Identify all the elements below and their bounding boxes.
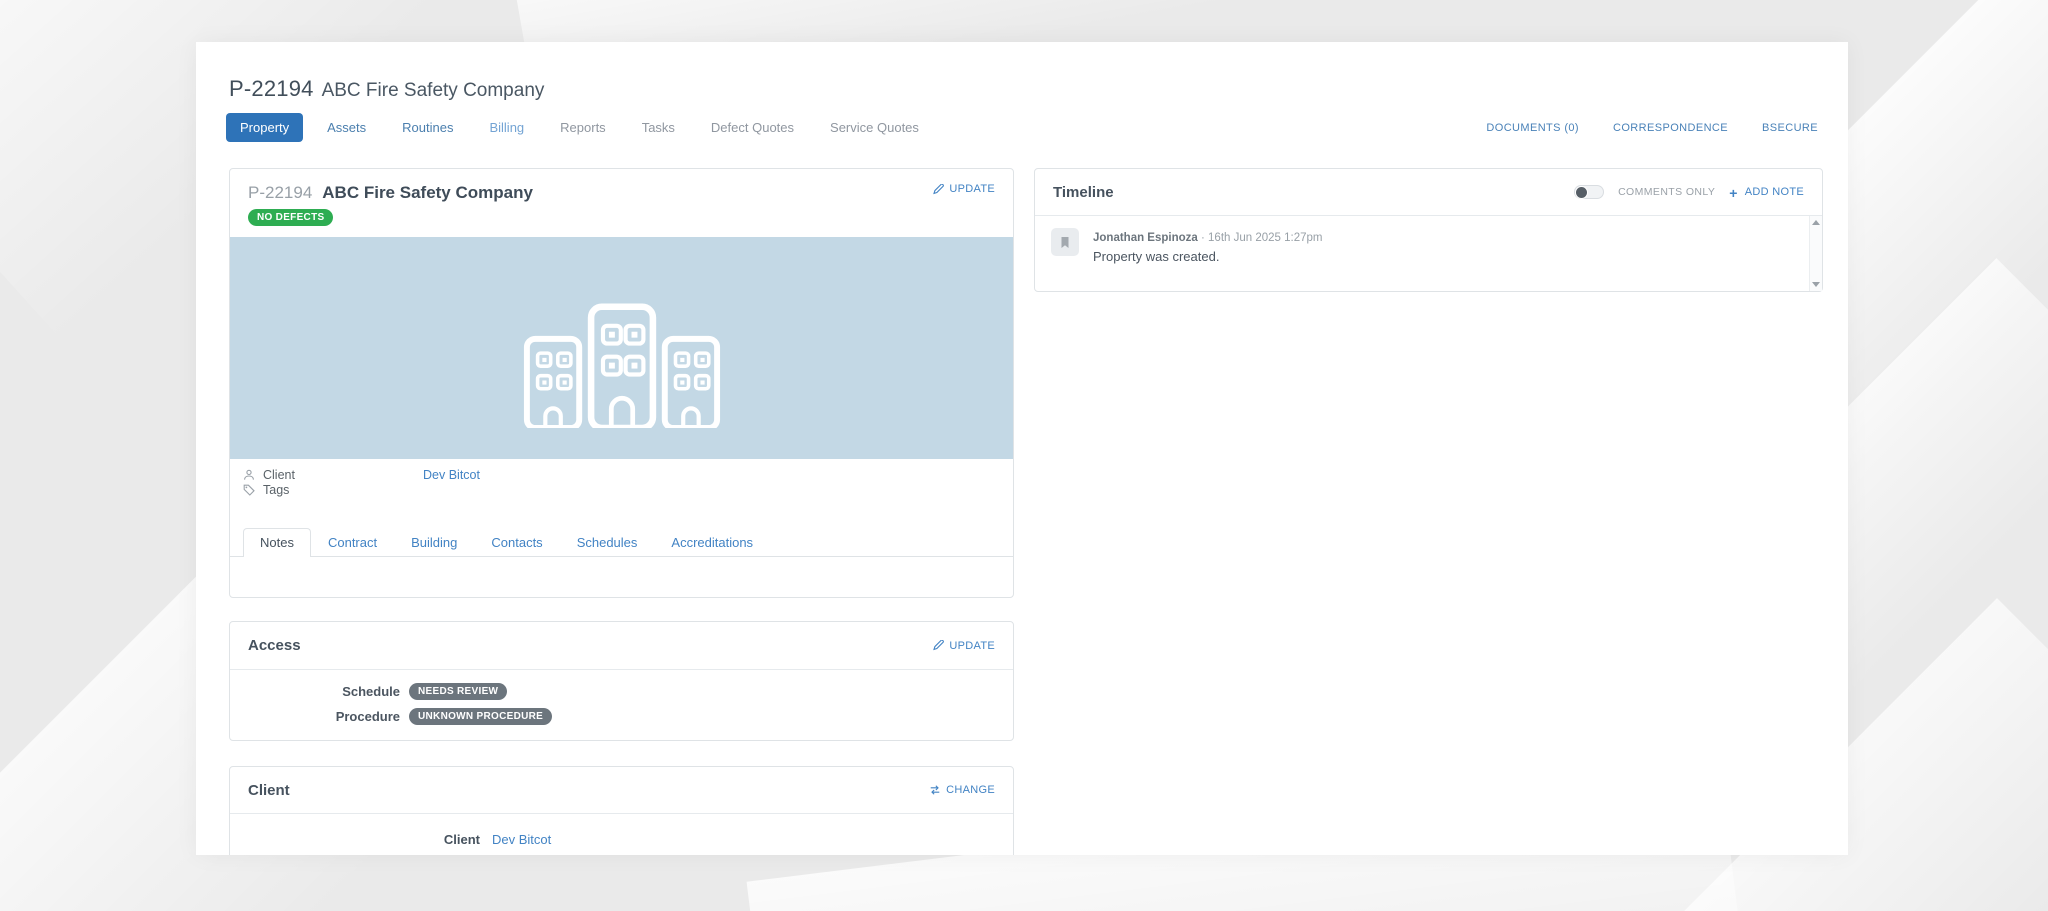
- timeline-entry: Jonathan Espinoza 16th Jun 2025 1:27pm Pr…: [1035, 216, 1822, 264]
- bookmark-icon: [1051, 228, 1079, 256]
- tab-billing[interactable]: Billing: [477, 113, 536, 142]
- property-code: P-22194: [229, 76, 314, 101]
- tab-accreditations[interactable]: Accreditations: [654, 528, 770, 557]
- timeline-card: Timeline COMMENTS ONLY ADD NOTE Jonathan…: [1034, 168, 1823, 292]
- entry-timestamp: 16th Jun 2025 1:27pm: [1208, 232, 1322, 244]
- documents-link[interactable]: DOCUMENTS (0): [1486, 122, 1579, 134]
- field-tags: Tags: [243, 482, 995, 497]
- tag-icon: [243, 483, 256, 496]
- toggle-knob: [1575, 186, 1588, 199]
- main-panel: P-22194 ABC Fire Safety Company Property …: [196, 42, 1848, 855]
- field-label: Client: [263, 468, 423, 482]
- pencil-icon: [933, 640, 944, 651]
- tab-assets[interactable]: Assets: [315, 113, 378, 142]
- tab-contract[interactable]: Contract: [311, 528, 394, 557]
- tab-service-quotes[interactable]: Service Quotes: [818, 113, 931, 142]
- tab-schedules[interactable]: Schedules: [560, 528, 655, 557]
- property-fields: Client Dev Bitcot Tags: [230, 459, 1013, 497]
- access-card: Access UPDATE Schedule NEEDS REVIEW Proc…: [229, 621, 1014, 741]
- row-label: Schedule: [230, 684, 400, 699]
- entry-author: Jonathan Espinoza: [1093, 232, 1198, 244]
- timeline-scrollbar[interactable]: [1809, 216, 1822, 291]
- access-rows: Schedule NEEDS REVIEW Procedure UNKNOWN …: [230, 670, 1013, 725]
- buildings-icon: [509, 302, 735, 428]
- tab-contacts[interactable]: Contacts: [474, 528, 559, 557]
- property-card: P-22194 ABC Fire Safety Company NO DEFECT…: [229, 168, 1014, 598]
- client-row: Client Dev Bitcot: [230, 832, 995, 847]
- property-banner-illustration: [230, 237, 1013, 459]
- access-row-procedure: Procedure UNKNOWN PROCEDURE: [230, 708, 995, 725]
- timeline-title: Timeline: [1053, 184, 1114, 201]
- comments-only-toggle[interactable]: [1574, 185, 1604, 199]
- timeline-body: Jonathan Espinoza 16th Jun 2025 1:27pm Pr…: [1035, 215, 1822, 291]
- client-link[interactable]: Dev Bitcot: [423, 468, 480, 482]
- client-card-header: Client CHANGE: [230, 767, 1013, 813]
- access-title: Access: [248, 637, 301, 654]
- schedule-badge: NEEDS REVIEW: [409, 683, 507, 700]
- row-label: Client: [230, 832, 480, 847]
- scroll-down-icon[interactable]: [1812, 282, 1820, 287]
- property-card-header: P-22194 ABC Fire Safety Company NO DEFECT…: [230, 169, 1013, 226]
- property-name: ABC Fire Safety Company: [322, 80, 545, 101]
- tab-defect-quotes[interactable]: Defect Quotes: [699, 113, 806, 142]
- timeline-card-header: Timeline COMMENTS ONLY ADD NOTE: [1035, 169, 1822, 215]
- page-title: P-22194 ABC Fire Safety Company: [229, 76, 544, 102]
- correspondence-link[interactable]: CORRESPONDENCE: [1613, 122, 1728, 134]
- procedure-badge: UNKNOWN PROCEDURE: [409, 708, 552, 725]
- row-label: Procedure: [230, 709, 400, 724]
- comments-only-label: COMMENTS ONLY: [1618, 186, 1715, 198]
- tab-building[interactable]: Building: [394, 528, 474, 557]
- tab-property[interactable]: Property: [226, 113, 303, 142]
- field-label: Tags: [263, 483, 423, 497]
- tab-routines[interactable]: Routines: [390, 113, 465, 142]
- swap-icon: [929, 784, 941, 796]
- entry-text: Property was created.: [1093, 249, 1322, 264]
- bsecure-link[interactable]: BSECURE: [1762, 122, 1818, 134]
- client-title: Client: [248, 782, 290, 799]
- field-client: Client Dev Bitcot: [243, 467, 995, 482]
- property-card-code: P-22194: [248, 183, 312, 202]
- tab-tasks[interactable]: Tasks: [630, 113, 687, 142]
- access-card-header: Access UPDATE: [230, 622, 1013, 669]
- status-badge: NO DEFECTS: [248, 209, 333, 226]
- access-update-button[interactable]: UPDATE: [933, 640, 995, 652]
- person-icon: [243, 468, 256, 481]
- main-tab-bar: Property Assets Routines Billing Reports…: [226, 113, 943, 142]
- scroll-up-icon[interactable]: [1812, 220, 1820, 225]
- add-note-button[interactable]: ADD NOTE: [1729, 184, 1804, 200]
- property-inner-tabs: Notes Contract Building Contacts Schedul…: [230, 527, 1013, 557]
- tab-reports[interactable]: Reports: [548, 113, 618, 142]
- property-update-button[interactable]: UPDATE: [933, 183, 995, 195]
- client-link[interactable]: Dev Bitcot: [492, 832, 551, 847]
- header-links: DOCUMENTS (0) CORRESPONDENCE BSECURE: [1452, 122, 1818, 134]
- property-card-name: ABC Fire Safety Company: [322, 183, 533, 202]
- tab-notes[interactable]: Notes: [243, 528, 311, 557]
- client-rows: Client Dev Bitcot: [230, 814, 1013, 847]
- client-change-button[interactable]: CHANGE: [929, 784, 995, 796]
- pencil-icon: [933, 184, 944, 195]
- access-row-schedule: Schedule NEEDS REVIEW: [230, 683, 995, 700]
- client-card: Client CHANGE Client Dev Bitcot: [229, 766, 1014, 855]
